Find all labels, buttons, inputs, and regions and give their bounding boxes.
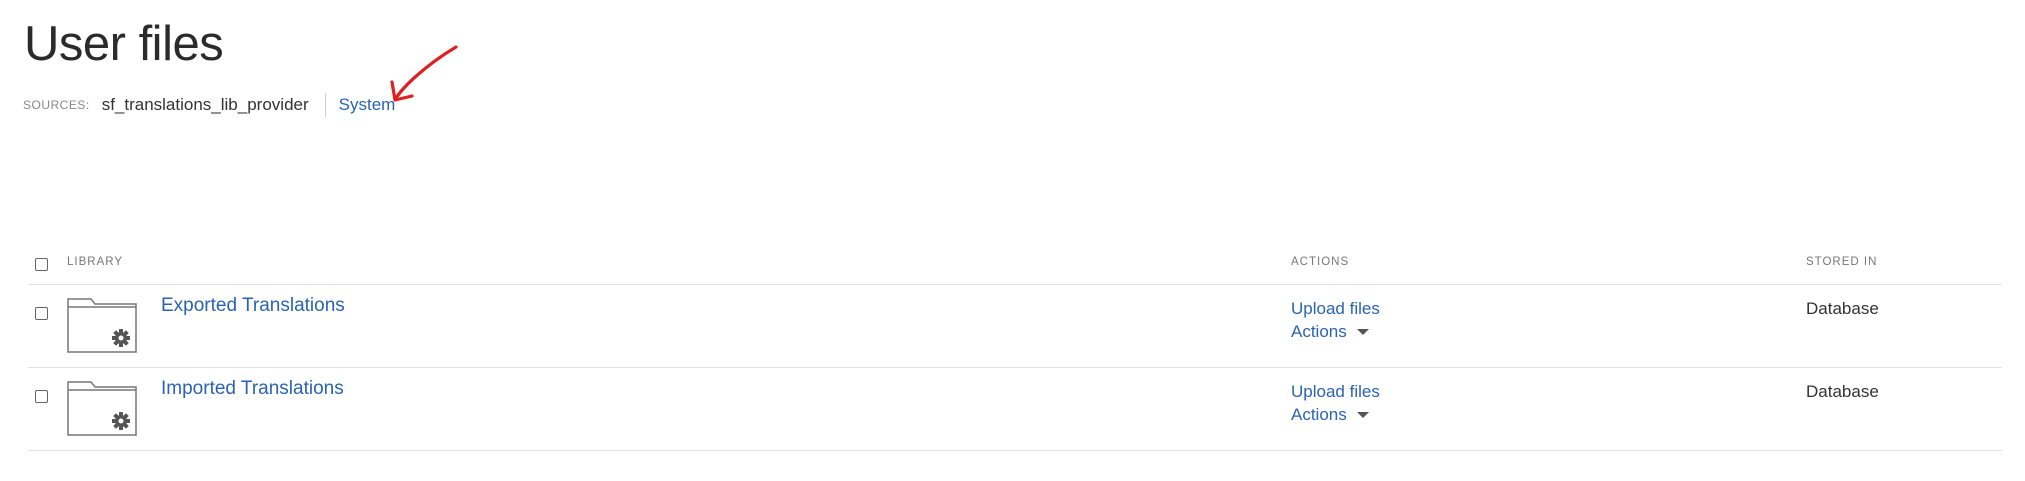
actions-dropdown[interactable]: Actions [1291, 322, 1369, 342]
select-all-checkbox[interactable] [35, 258, 48, 271]
upload-files-link[interactable]: Upload files [1291, 382, 1380, 402]
table-row: Imported Translations Upload files Actio… [28, 368, 2002, 451]
sources-bar: SOURCES: sf_translations_lib_provider Sy… [23, 92, 395, 118]
upload-files-link[interactable]: Upload files [1291, 299, 1380, 319]
table-header: LIBRARY ACTIONS STORED IN [28, 244, 2002, 285]
caret-down-icon [1356, 328, 1369, 335]
source-current: sf_translations_lib_provider [101, 95, 309, 114]
actions-dropdown[interactable]: Actions [1291, 405, 1369, 425]
table-row: Exported Translations Upload files Actio… [28, 285, 2002, 368]
library-link[interactable]: Imported Translations [161, 378, 344, 400]
stored-in-value: Database [1806, 299, 1879, 318]
library-link[interactable]: Exported Translations [161, 295, 345, 317]
page-title: User files [24, 17, 224, 71]
source-divider [324, 93, 326, 117]
red-arrow-annotation-icon [390, 45, 458, 102]
actions-dropdown-label: Actions [1291, 405, 1347, 424]
actions-dropdown-label: Actions [1291, 322, 1347, 341]
header-library: LIBRARY [67, 256, 124, 268]
libraries-table: LIBRARY ACTIONS STORED IN Exported Trans… [28, 244, 2002, 451]
header-actions: ACTIONS [1291, 256, 1350, 268]
page: User files SOURCES: sf_translations_lib_… [0, 0, 2025, 481]
folder-gear-icon [67, 298, 137, 353]
stored-in-value: Database [1806, 382, 1879, 401]
folder-gear-icon [67, 381, 137, 436]
header-stored-in: STORED IN [1806, 256, 1878, 268]
row-checkbox[interactable] [35, 390, 48, 403]
row-checkbox[interactable] [35, 307, 48, 320]
caret-down-icon [1356, 411, 1369, 418]
sources-label: SOURCES: [23, 98, 90, 112]
